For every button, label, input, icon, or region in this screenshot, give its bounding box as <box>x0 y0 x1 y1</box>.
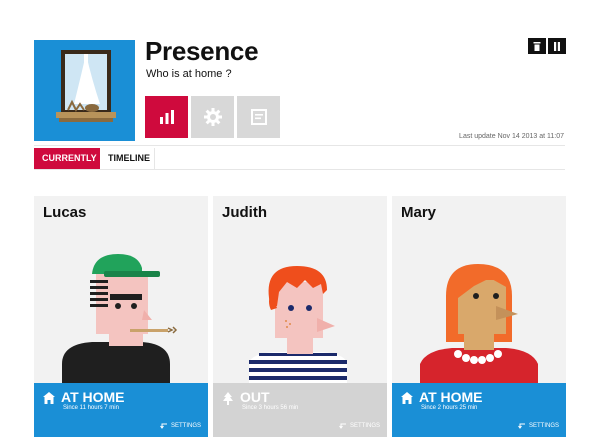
presence-status-home: AT HOME Since 2 hours 25 min SETTINGS <box>392 383 566 437</box>
back-arrow-icon <box>160 423 167 429</box>
pause-button[interactable] <box>548 38 566 54</box>
delete-icon <box>533 41 541 51</box>
status-label: AT HOME <box>61 389 125 405</box>
status-duration: Since 11 hours 7 min <box>63 405 119 411</box>
presence-status-out: OUT Since 3 hours 56 min SETTINGS <box>213 383 387 437</box>
status-duration: Since 3 hours 56 min <box>242 405 299 411</box>
settings-label: SETTINGS <box>170 423 201 429</box>
tab-currently[interactable]: CURRENTLY <box>34 148 100 169</box>
house-icon <box>43 392 55 404</box>
stats-icon <box>159 110 174 124</box>
back-arrow-icon <box>339 423 346 429</box>
pause-icon <box>554 41 560 51</box>
app-subtitle: Who is at home ? <box>146 68 232 80</box>
gear-icon <box>203 108 222 126</box>
person-name: Lucas <box>43 204 87 221</box>
notes-button[interactable] <box>237 96 280 138</box>
settings-label: SETTINGS <box>349 423 380 429</box>
person-name: Judith <box>222 204 267 221</box>
presence-status-home: AT HOME Since 11 hours 7 min SETTINGS <box>34 383 208 437</box>
person-card-lucas[interactable]: Lucas AT HOME Since 11 hours 7 min SETTI… <box>34 196 208 437</box>
settings-link[interactable]: SETTINGS <box>160 423 201 429</box>
tab-timeline[interactable]: TIMELINE <box>100 148 155 169</box>
person-card-judith[interactable]: Judith OUT Since 3 hours 56 min SETTINGS <box>213 196 387 437</box>
notes-icon <box>250 109 267 125</box>
mary-avatar <box>420 264 538 383</box>
app-title: Presence <box>145 36 259 66</box>
tab-bar: CURRENTLY TIMELINE <box>34 148 565 170</box>
person-card-mary[interactable]: Mary AT HOME Since 2 hours 25 min SETTIN… <box>392 196 566 437</box>
house-icon <box>401 392 413 404</box>
settings-label: SETTINGS <box>528 423 559 429</box>
lucas-avatar <box>62 254 178 383</box>
settings-link[interactable]: SETTINGS <box>339 423 380 429</box>
back-arrow-icon <box>518 423 525 429</box>
status-label: OUT <box>240 389 270 405</box>
tree-icon <box>223 392 233 405</box>
status-duration: Since 2 hours 25 min <box>421 405 478 411</box>
delete-button[interactable] <box>528 38 546 54</box>
app-logo-window-illustration <box>34 40 135 141</box>
stats-button[interactable] <box>145 96 188 138</box>
status-label: AT HOME <box>419 389 483 405</box>
header-divider <box>34 145 565 146</box>
judith-avatar <box>249 266 347 383</box>
settings-link[interactable]: SETTINGS <box>518 423 559 429</box>
settings-button[interactable] <box>191 96 234 138</box>
last-update-text: Last update Nov 14 2013 at 11:07 <box>459 133 564 140</box>
person-name: Mary <box>401 204 437 221</box>
